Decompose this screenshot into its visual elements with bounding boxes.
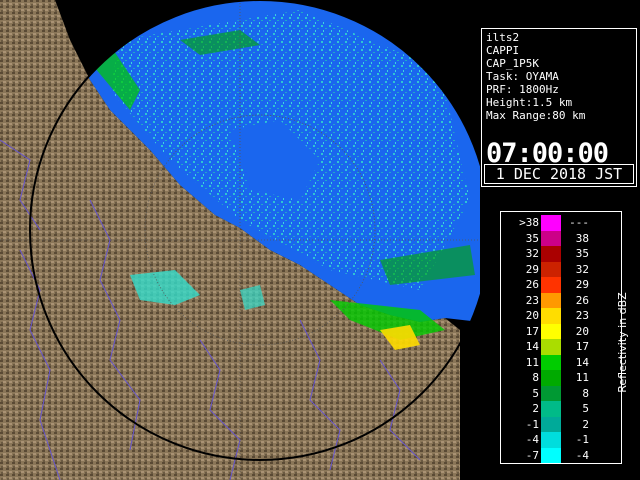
legend-upper-bound: 2 <box>582 417 589 431</box>
height-value: Height:1.5 km <box>486 96 573 109</box>
legend-axis-label-wrap: Reflectivity in dBZ <box>587 252 640 432</box>
legend-color-swatch <box>541 230 561 246</box>
legend-color-swatch <box>541 401 561 417</box>
legend-upper-bound: 38 <box>575 231 589 245</box>
reflectivity-legend: >38 --- 35 38 32 35 29 32 26 29 23 26 20 23 17 20 14 17 11… <box>500 211 629 464</box>
legend-color-swatch <box>541 277 561 293</box>
legend-lower-bound: -4 <box>525 433 539 446</box>
legend-lower-bound: -7 <box>525 448 539 462</box>
legend-color-swatch <box>541 354 561 370</box>
legend-upper-bound: -4 <box>575 448 589 462</box>
prf-value: PRF: 1800Hz <box>486 83 559 96</box>
legend-lower-bound: 23 <box>525 293 539 307</box>
legend-color-swatch <box>541 261 561 277</box>
legend-upper-bound: 11 <box>575 371 589 384</box>
legend-upper-bound: 32 <box>575 262 589 276</box>
legend-color-swatch <box>541 308 561 324</box>
max-range-value: Max Range:80 km <box>486 109 586 122</box>
legend-lower-bound: 14 <box>525 340 539 353</box>
legend-color-swatch <box>541 370 561 386</box>
legend-lower-bound: -1 <box>525 417 539 431</box>
legend-upper-bound: 35 <box>575 247 589 260</box>
legend-color-swatch <box>541 292 561 308</box>
legend-lower-bound: 5 <box>532 386 539 400</box>
legend-row: -7 -4 <box>501 447 621 463</box>
legend-upper-bound: 5 <box>582 402 589 415</box>
legend-color-swatch <box>541 385 561 401</box>
scan-name: CAP_1P5K <box>486 57 539 70</box>
legend-lower-bound: 20 <box>525 309 539 322</box>
legend-lower-bound: 17 <box>525 324 539 338</box>
legend-upper-bound: 23 <box>575 309 589 322</box>
legend-color-swatch <box>541 416 561 432</box>
legend-row: >38 --- <box>501 215 621 231</box>
legend-color-swatch <box>541 447 561 463</box>
legend-axis-label: Reflectivity in dBZ <box>615 291 629 393</box>
legend-upper-bound: -1 <box>575 433 589 446</box>
legend-color-swatch <box>541 339 561 355</box>
legend-lower-bound: >38 <box>519 216 539 229</box>
product-name: CAPPI <box>486 44 520 57</box>
legend-lower-bound: 26 <box>525 278 539 291</box>
legend-lower-bound: 8 <box>532 371 539 384</box>
task-name: Task: OYAMA <box>486 70 559 83</box>
legend-row: -4 -1 <box>501 432 621 448</box>
legend-row: 35 38 <box>501 230 621 246</box>
legend-color-swatch <box>541 246 561 262</box>
legend-upper-bound: 17 <box>575 340 589 353</box>
legend-upper-bound: 20 <box>575 324 589 338</box>
info-panel: ilts2 CAPPI CAP_1P5K Task: OYAMA PRF: 18… <box>481 28 637 187</box>
legend-color-swatch <box>541 323 561 339</box>
legend-upper-bound: --- <box>569 216 589 229</box>
legend-upper-bound: 8 <box>582 386 589 400</box>
legend-color-swatch <box>541 215 561 231</box>
legend-lower-bound: 29 <box>525 262 539 276</box>
legend-lower-bound: 11 <box>525 355 539 369</box>
site-name: ilts2 <box>486 31 520 44</box>
legend-color-swatch <box>541 432 561 448</box>
legend-lower-bound: 2 <box>532 402 539 415</box>
radar-map[interactable] <box>0 0 480 480</box>
observation-date: 1 DEC 2018 JST <box>484 164 634 184</box>
legend-upper-bound: 29 <box>575 278 589 291</box>
legend-lower-bound: 32 <box>525 247 539 260</box>
legend-upper-bound: 14 <box>575 355 589 369</box>
legend-upper-bound: 26 <box>575 293 589 307</box>
legend-lower-bound: 35 <box>525 231 539 245</box>
